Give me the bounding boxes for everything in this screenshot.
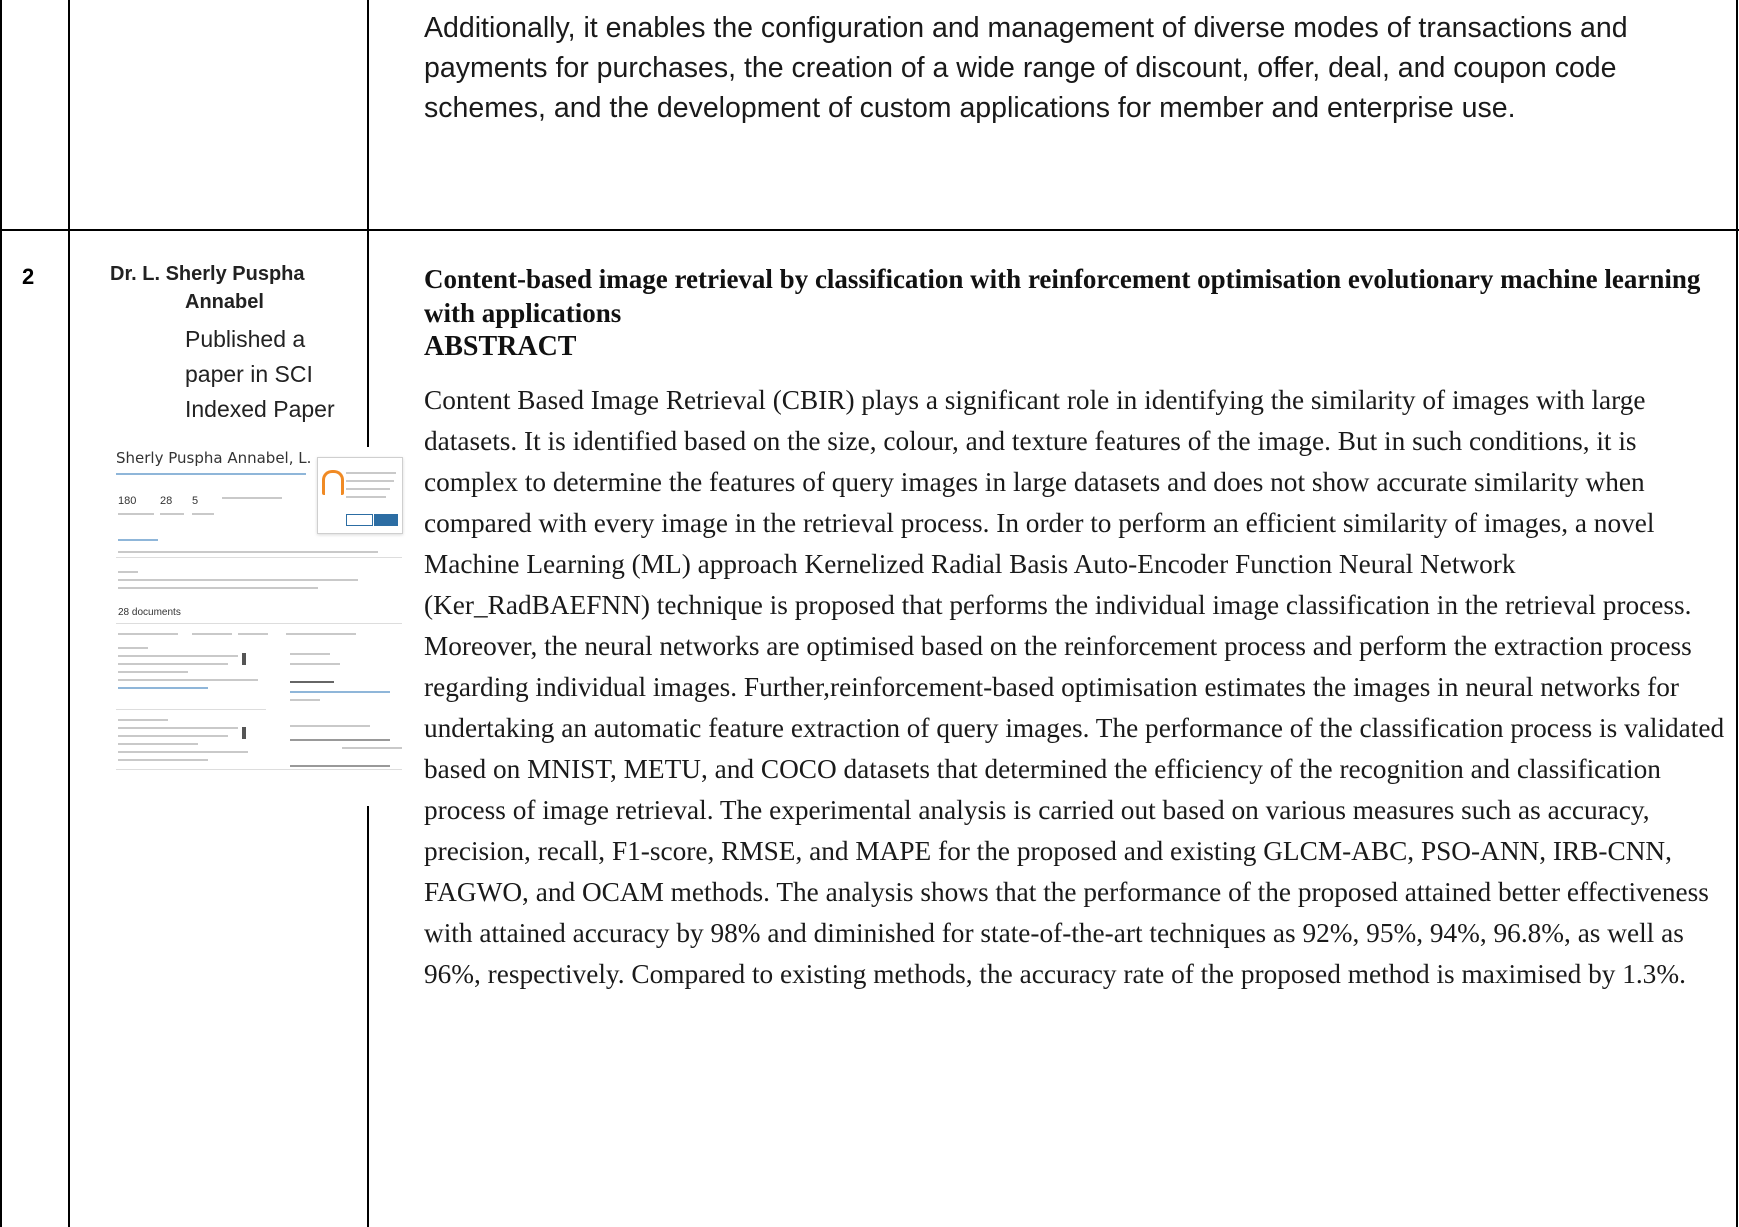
thumbnail-access-popup: [317, 457, 403, 534]
thumbnail-citations: 180: [118, 495, 137, 507]
table-border-left: [0, 0, 2, 1227]
intro-paragraph: Additionally, it enables the configurati…: [424, 12, 1628, 124]
row-divider: [0, 229, 1739, 231]
author-name-line2: Annabel: [185, 291, 264, 313]
question-icon: [322, 470, 344, 495]
thumbnail-button-outline: [346, 514, 373, 526]
thumbnail-profile-name: Sherly Puspha Annabel, L.: [116, 449, 312, 467]
thumbnail-documents-heading: 28 documents: [118, 607, 181, 618]
abstract-heading: ABSTRACT: [424, 331, 577, 362]
author-desc-line1: Published a: [185, 326, 306, 352]
document-page: Additionally, it enables the configurati…: [0, 0, 1739, 1227]
author-desc-line2: paper in SCI: [185, 361, 313, 387]
thumbnail-documents: 28: [160, 495, 173, 507]
table-border-right: [1736, 0, 1738, 1227]
author-description: Published a paper in SCI Indexed Paper: [185, 322, 405, 427]
serial-number: 2: [22, 264, 35, 289]
scopus-profile-thumbnail: Sherly Puspha Annabel, L. 180 28 5 28 do…: [112, 447, 406, 806]
author-desc-line3: Indexed Paper: [185, 396, 335, 422]
column-divider-1: [68, 0, 70, 1227]
thumbnail-button-filled: [374, 514, 398, 526]
author-name: Dr. L. Sherly Puspha Annabel: [110, 260, 410, 316]
paper-title: Content-based image retrieval by classif…: [424, 264, 1701, 328]
thumbnail-h-index: 5: [192, 495, 199, 507]
author-name-line1: Dr. L. Sherly Puspha: [110, 263, 305, 285]
abstract-paragraph: Content Based Image Retrieval (CBIR) pla…: [424, 385, 1725, 989]
